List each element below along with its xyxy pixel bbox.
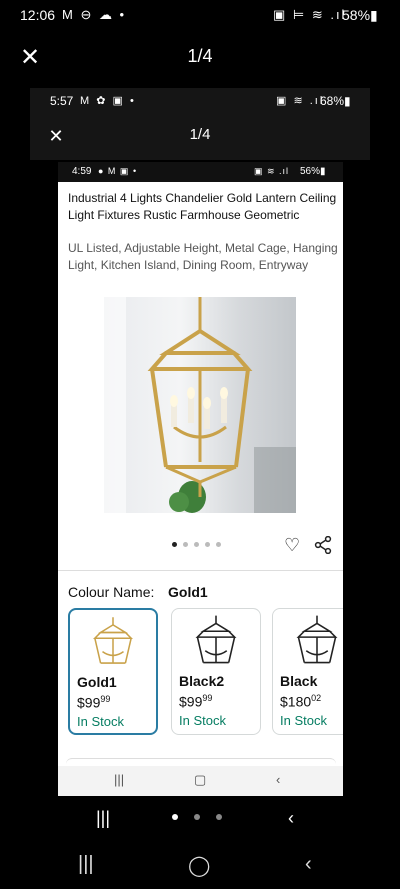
variant-thumbnail [92, 617, 134, 664]
variant-thumbnail [296, 615, 338, 664]
recent-apps-icon[interactable]: ||| [96, 808, 110, 829]
nested-viewer: 5:57 M ✿ ▣ • ▣ ≋ .ıl 68%▮ ✕ 1/4 [30, 88, 370, 160]
inner-status-bar: 4:59 ● M ▣ • ▣ ≋ .ıl 56%▮ [58, 162, 343, 182]
carousel-dot[interactable] [205, 542, 210, 547]
variant-stock: In Stock [280, 713, 327, 728]
system-icons: ▣ ≋ .ıl [276, 95, 325, 107]
system-nav-bar: ||| ◯ ‹ [0, 845, 400, 889]
viewer-header: ✕ 1/4 [0, 32, 400, 84]
status-time: 12:06 [20, 7, 56, 23]
back-icon[interactable]: ‹ [305, 853, 312, 876]
battery-indicator: 58%▮ [342, 7, 378, 23]
variant-name: Black [280, 673, 318, 689]
variant-card-black2[interactable]: Black2 $9999 In Stock [171, 608, 261, 735]
product-subtitle: UL Listed, Adjustable Height, Metal Cage… [68, 241, 338, 272]
chandelier-illustration [104, 297, 296, 513]
page-dot [216, 814, 222, 820]
notification-icons: ● M ▣ • [98, 166, 138, 176]
share-icon[interactable] [314, 535, 332, 555]
variant-stock: In Stock [77, 714, 124, 729]
close-icon[interactable]: ✕ [16, 44, 44, 72]
product-screenshot: 4:59 ● M ▣ • ▣ ≋ .ıl 56%▮ Industrial 4 L… [58, 162, 343, 796]
page-dot [172, 814, 178, 820]
battery-indicator: 68%▮ [320, 94, 351, 108]
variant-name: Gold1 [77, 674, 117, 690]
variant-card-black[interactable]: Black $18002 In Stock [272, 608, 343, 735]
back-icon: ‹ [276, 772, 281, 787]
carousel-dot[interactable] [172, 542, 177, 547]
product-image[interactable] [104, 297, 296, 513]
carousel-dot[interactable] [216, 542, 221, 547]
variant-card-gold1[interactable]: Gold1 $9999 In Stock [68, 608, 158, 735]
image-carousel-dots[interactable] [172, 542, 232, 550]
image-counter: 1/4 [189, 126, 211, 143]
carousel-dot[interactable] [183, 542, 188, 547]
variant-price: $18002 [280, 693, 322, 710]
inner-nav-bar: ||| ▢ ‹ [58, 766, 343, 796]
variant-name: Black2 [179, 673, 225, 689]
home-icon[interactable]: ◯ [188, 853, 210, 878]
colour-value: Gold1 [168, 584, 208, 600]
system-icons: ▣ ⊨ ≋ .ıl [273, 7, 347, 22]
notification-icons: M ⊖ ☁ • [62, 7, 127, 22]
page-dot [194, 814, 200, 820]
back-icon[interactable]: ‹ [288, 808, 294, 829]
battery-indicator: 56%▮ [300, 166, 326, 177]
recent-apps-icon: ||| [114, 772, 125, 787]
colour-label: Colour Name: [68, 584, 155, 600]
image-counter: 1/4 [187, 46, 213, 66]
carousel-dot[interactable] [194, 542, 199, 547]
recent-apps-icon[interactable]: ||| [78, 853, 94, 876]
status-time: 5:57 [50, 94, 74, 108]
status-time: 4:59 [72, 166, 92, 177]
status-bar: 12:06 M ⊖ ☁ • ▣ ⊨ ≋ .ıl 58%▮ [0, 0, 400, 32]
variant-thumbnail [195, 615, 237, 664]
variant-price: $9999 [77, 694, 111, 711]
system-icons: ▣ ≋ .ıl [254, 166, 290, 176]
heart-icon[interactable]: ♡ [284, 536, 302, 554]
page-indicator [172, 814, 232, 822]
divider [58, 570, 343, 571]
home-icon: ▢ [194, 772, 207, 787]
product-title[interactable]: Industrial 4 Lights Chandelier Gold Lant… [68, 190, 338, 224]
variant-stock: In Stock [179, 713, 226, 728]
notification-icons: M ✿ ▣ • [80, 95, 136, 107]
variant-price: $9999 [179, 693, 213, 710]
close-icon[interactable]: ✕ [46, 126, 66, 146]
